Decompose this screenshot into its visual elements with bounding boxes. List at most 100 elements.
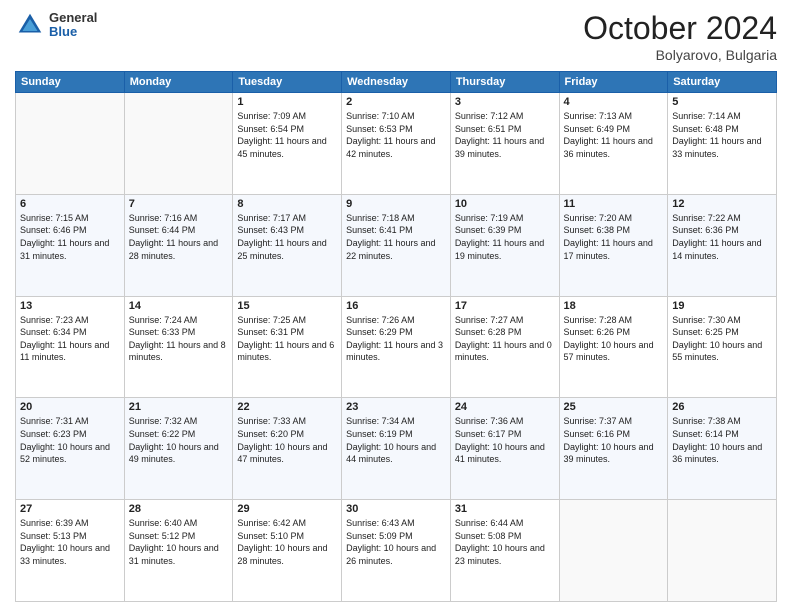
page: General Blue October 2024 Bolyarovo, Bul… (0, 0, 792, 612)
day-info: Sunrise: 7:20 AMSunset: 6:38 PMDaylight:… (564, 212, 664, 262)
calendar-week-4: 27 Sunrise: 6:39 AMSunset: 5:13 PMDayligh… (16, 500, 777, 602)
day-info: Sunrise: 7:34 AMSunset: 6:19 PMDaylight:… (346, 415, 446, 465)
logo-blue: Blue (49, 25, 97, 39)
day-info: Sunrise: 7:30 AMSunset: 6:25 PMDaylight:… (672, 314, 772, 364)
logo-text: General Blue (49, 11, 97, 40)
day-number: 27 (20, 503, 120, 515)
day-info: Sunrise: 7:15 AMSunset: 6:46 PMDaylight:… (20, 212, 120, 262)
calendar-cell: 17 Sunrise: 7:27 AMSunset: 6:28 PMDayligh… (450, 296, 559, 398)
day-number: 31 (455, 503, 555, 515)
day-info: Sunrise: 7:23 AMSunset: 6:34 PMDaylight:… (20, 314, 120, 364)
calendar-cell: 23 Sunrise: 7:34 AMSunset: 6:19 PMDayligh… (342, 398, 451, 500)
day-info: Sunrise: 7:12 AMSunset: 6:51 PMDaylight:… (455, 110, 555, 160)
calendar-cell: 18Sunrise: 7:28 AMSunset: 6:26 PMDayligh… (559, 296, 668, 398)
day-info: Sunrise: 7:28 AMSunset: 6:26 PMDaylight:… (564, 314, 664, 364)
day-info: Sunrise: 7:13 AMSunset: 6:49 PMDaylight:… (564, 110, 664, 160)
calendar-cell: 14 Sunrise: 7:24 AMSunset: 6:33 PMDayligh… (124, 296, 233, 398)
day-info: Sunrise: 7:19 AMSunset: 6:39 PMDaylight:… (455, 212, 555, 262)
day-info: Sunrise: 7:27 AMSunset: 6:28 PMDaylight:… (455, 314, 555, 364)
day-number: 24 (455, 401, 555, 413)
calendar-header-thursday: Thursday (450, 72, 559, 93)
day-info: Sunrise: 7:09 AMSunset: 6:54 PMDaylight:… (237, 110, 337, 160)
day-number: 3 (455, 96, 555, 108)
calendar-cell: 20 Sunrise: 7:31 AMSunset: 6:23 PMDayligh… (16, 398, 125, 500)
title-area: October 2024 Bolyarovo, Bulgaria (583, 10, 777, 63)
calendar-cell: 27 Sunrise: 6:39 AMSunset: 5:13 PMDayligh… (16, 500, 125, 602)
day-number: 16 (346, 300, 446, 312)
calendar-cell: 19 Sunrise: 7:30 AMSunset: 6:25 PMDayligh… (668, 296, 777, 398)
day-number: 12 (672, 198, 772, 210)
day-number: 19 (672, 300, 772, 312)
day-info: Sunrise: 7:14 AMSunset: 6:48 PMDaylight:… (672, 110, 772, 160)
calendar-cell: 21 Sunrise: 7:32 AMSunset: 6:22 PMDayligh… (124, 398, 233, 500)
calendar-cell: 25Sunrise: 7:37 AMSunset: 6:16 PMDayligh… (559, 398, 668, 500)
calendar-cell: 31 Sunrise: 6:44 AMSunset: 5:08 PMDayligh… (450, 500, 559, 602)
calendar-week-0: 1 Sunrise: 7:09 AMSunset: 6:54 PMDaylight… (16, 93, 777, 195)
day-info: Sunrise: 7:10 AMSunset: 6:53 PMDaylight:… (346, 110, 446, 160)
day-info: Sunrise: 6:40 AMSunset: 5:12 PMDaylight:… (129, 517, 229, 567)
day-info: Sunrise: 7:31 AMSunset: 6:23 PMDaylight:… (20, 415, 120, 465)
calendar-cell: 6 Sunrise: 7:15 AMSunset: 6:46 PMDaylight… (16, 194, 125, 296)
day-number: 25 (564, 401, 664, 413)
day-number: 26 (672, 401, 772, 413)
day-info: Sunrise: 7:38 AMSunset: 6:14 PMDaylight:… (672, 415, 772, 465)
calendar-cell: 4 Sunrise: 7:13 AMSunset: 6:49 PMDaylight… (559, 93, 668, 195)
day-info: Sunrise: 6:39 AMSunset: 5:13 PMDaylight:… (20, 517, 120, 567)
day-info: Sunrise: 6:44 AMSunset: 5:08 PMDaylight:… (455, 517, 555, 567)
calendar-cell: 22Sunrise: 7:33 AMSunset: 6:20 PMDayligh… (233, 398, 342, 500)
day-info: Sunrise: 7:33 AMSunset: 6:20 PMDaylight:… (237, 415, 337, 465)
calendar-header-wednesday: Wednesday (342, 72, 451, 93)
day-info: Sunrise: 7:22 AMSunset: 6:36 PMDaylight:… (672, 212, 772, 262)
day-info: Sunrise: 7:32 AMSunset: 6:22 PMDaylight:… (129, 415, 229, 465)
day-info: Sunrise: 7:25 AMSunset: 6:31 PMDaylight:… (237, 314, 337, 364)
calendar-week-1: 6 Sunrise: 7:15 AMSunset: 6:46 PMDaylight… (16, 194, 777, 296)
day-number: 6 (20, 198, 120, 210)
calendar-cell: 15Sunrise: 7:25 AMSunset: 6:31 PMDayligh… (233, 296, 342, 398)
day-info: Sunrise: 6:42 AMSunset: 5:10 PMDaylight:… (237, 517, 337, 567)
day-number: 10 (455, 198, 555, 210)
day-info: Sunrise: 7:17 AMSunset: 6:43 PMDaylight:… (237, 212, 337, 262)
calendar-cell (668, 500, 777, 602)
day-number: 8 (237, 198, 337, 210)
calendar-cell: 29Sunrise: 6:42 AMSunset: 5:10 PMDayligh… (233, 500, 342, 602)
day-info: Sunrise: 7:24 AMSunset: 6:33 PMDaylight:… (129, 314, 229, 364)
calendar-cell (559, 500, 668, 602)
day-info: Sunrise: 7:36 AMSunset: 6:17 PMDaylight:… (455, 415, 555, 465)
calendar-header-row: SundayMondayTuesdayWednesdayThursdayFrid… (16, 72, 777, 93)
day-number: 14 (129, 300, 229, 312)
calendar-cell: 5 Sunrise: 7:14 AMSunset: 6:48 PMDaylight… (668, 93, 777, 195)
logo: General Blue (15, 10, 97, 40)
header: General Blue October 2024 Bolyarovo, Bul… (15, 10, 777, 63)
day-info: Sunrise: 7:18 AMSunset: 6:41 PMDaylight:… (346, 212, 446, 262)
calendar-cell: 10 Sunrise: 7:19 AMSunset: 6:39 PMDayligh… (450, 194, 559, 296)
month-title: October 2024 (583, 10, 777, 47)
calendar-cell: 8 Sunrise: 7:17 AMSunset: 6:43 PMDaylight… (233, 194, 342, 296)
calendar-cell: 26 Sunrise: 7:38 AMSunset: 6:14 PMDayligh… (668, 398, 777, 500)
calendar-cell: 11Sunrise: 7:20 AMSunset: 6:38 PMDayligh… (559, 194, 668, 296)
calendar-table: SundayMondayTuesdayWednesdayThursdayFrid… (15, 71, 777, 602)
calendar-cell: 7Sunrise: 7:16 AMSunset: 6:44 PMDaylight… (124, 194, 233, 296)
calendar-cell: 12 Sunrise: 7:22 AMSunset: 6:36 PMDayligh… (668, 194, 777, 296)
calendar-header-monday: Monday (124, 72, 233, 93)
day-number: 5 (672, 96, 772, 108)
day-number: 4 (564, 96, 664, 108)
calendar-cell: 16Sunrise: 7:26 AMSunset: 6:29 PMDayligh… (342, 296, 451, 398)
calendar-cell: 2 Sunrise: 7:10 AMSunset: 6:53 PMDaylight… (342, 93, 451, 195)
day-number: 2 (346, 96, 446, 108)
location: Bolyarovo, Bulgaria (583, 47, 777, 63)
day-number: 23 (346, 401, 446, 413)
calendar-cell: 28 Sunrise: 6:40 AMSunset: 5:12 PMDayligh… (124, 500, 233, 602)
day-number: 28 (129, 503, 229, 515)
calendar-cell: 24 Sunrise: 7:36 AMSunset: 6:17 PMDayligh… (450, 398, 559, 500)
logo-general: General (49, 11, 97, 25)
day-number: 20 (20, 401, 120, 413)
day-info: Sunrise: 6:43 AMSunset: 5:09 PMDaylight:… (346, 517, 446, 567)
day-number: 17 (455, 300, 555, 312)
calendar-header-sunday: Sunday (16, 72, 125, 93)
day-number: 21 (129, 401, 229, 413)
calendar-cell (16, 93, 125, 195)
day-number: 1 (237, 96, 337, 108)
calendar-cell: 9Sunrise: 7:18 AMSunset: 6:41 PMDaylight… (342, 194, 451, 296)
calendar-header-tuesday: Tuesday (233, 72, 342, 93)
calendar-header-friday: Friday (559, 72, 668, 93)
